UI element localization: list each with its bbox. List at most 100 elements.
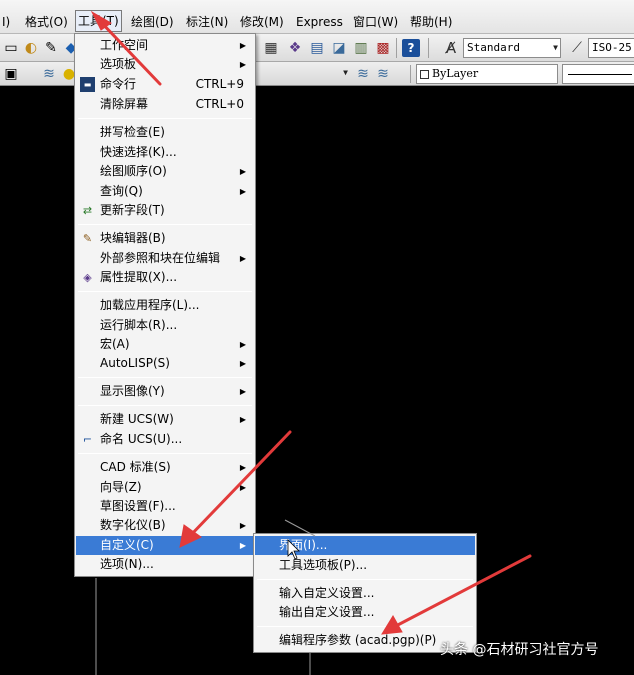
menu-item-block-editor[interactable]: ✎ 块编辑器(B) [76, 229, 254, 248]
menu-separator [78, 453, 252, 454]
menu-item-label: 自定义(C) [100, 538, 154, 552]
design-center-icon[interactable]: ❖ [286, 39, 304, 57]
sheet-set-icon[interactable]: ▥ [352, 39, 370, 57]
menu-item-tool-palettes[interactable]: 工具选项板(P)... [255, 556, 475, 575]
menu-view[interactable]: I) [0, 12, 12, 32]
tools-menu: 工作空间 ▶ 选项板 ▶ ▬ 命令行 CTRL+9 清除屏幕 CTRL+0 拼写检查(E)… [74, 33, 256, 577]
menu-item-cad-standards[interactable]: CAD 标准(S) ▶ [76, 458, 254, 477]
menu-item-macro[interactable]: 宏(A) ▶ [76, 335, 254, 354]
menu-separator [78, 405, 252, 406]
menu-item-quick-select[interactable]: 快速选择(K)... [76, 143, 254, 162]
menu-item-load-application[interactable]: 加载应用程序(L)... [76, 296, 254, 315]
menu-item-palettes[interactable]: 选项板 ▶ [76, 55, 254, 74]
layer-states-icon[interactable]: ≋ [40, 65, 58, 83]
menu-item-shortcut: CTRL+0 [195, 97, 244, 111]
submenu-arrow-icon: ▶ [239, 359, 246, 368]
menu-item-attribute-extract[interactable]: ◈ 属性提取(X)... [76, 268, 254, 287]
menu-item-named-ucs[interactable]: ⌐ 命名 UCS(U)... [76, 430, 254, 449]
linetype-preview [568, 74, 632, 75]
menu-item-update-fields[interactable]: ⇄ 更新字段(T) [76, 201, 254, 220]
menu-item-spelling[interactable]: 拼写检查(E) [76, 123, 254, 142]
menu-item-drafting-settings[interactable]: 草图设置(F)... [76, 497, 254, 516]
menu-window[interactable]: 窗口(W) [351, 12, 400, 32]
menu-format[interactable]: 格式(O) [23, 12, 70, 32]
submenu-arrow-icon: ▶ [239, 340, 246, 349]
menu-item-label: 命名 UCS(U)... [100, 432, 183, 446]
menu-express[interactable]: Express [294, 12, 345, 32]
layer-previous-icon[interactable]: ≋ [374, 65, 392, 83]
calculator-icon[interactable]: ▩ [374, 39, 392, 57]
menu-bar: I) 格式(O) 工具(T) 绘图(D) 标注(N) 修改(M) Express… [0, 0, 634, 34]
color-control-value: ByLayer [432, 67, 479, 80]
menu-item-label: 输入自定义设置... [279, 586, 375, 600]
dim-style-value: ISO-25 [592, 41, 632, 54]
menu-item-tablet[interactable]: 数字化仪(B) ▶ [76, 516, 254, 535]
menu-item-label: 拼写检查(E) [100, 125, 165, 139]
insert-block-icon[interactable]: ▦ [262, 39, 280, 57]
menu-item-command-line[interactable]: ▬ 命令行 CTRL+9 [76, 75, 254, 94]
update-field-icon: ⇄ [82, 204, 93, 217]
menu-item-interface[interactable]: 界面(I)... [255, 536, 475, 555]
linetype-control[interactable] [562, 64, 634, 84]
submenu-arrow-icon: ▶ [239, 41, 246, 50]
chevron-down-icon: ▼ [343, 68, 348, 77]
menu-item-customize[interactable]: 自定义(C) ▶ [76, 536, 254, 555]
menu-item-label: 显示图像(Y) [100, 384, 165, 398]
menu-dimension[interactable]: 标注(N) [184, 12, 230, 32]
menu-item-import-customizations[interactable]: 输入自定义设置... [255, 584, 475, 603]
menu-item-label: 新建 UCS(W) [100, 412, 174, 426]
menu-separator [78, 224, 252, 225]
text-style-combo[interactable]: Standard ▼ [463, 38, 561, 58]
make-current-layer-icon[interactable]: ≋ [354, 65, 372, 83]
toolbar-separator [410, 65, 411, 83]
properties-icon[interactable]: ▤ [308, 39, 326, 57]
menu-item-inquiry[interactable]: 查询(Q) ▶ [76, 182, 254, 201]
menu-help[interactable]: 帮助(H) [408, 12, 454, 32]
menu-item-new-ucs[interactable]: 新建 UCS(W) ▶ [76, 410, 254, 429]
menu-item-label: 界面(I)... [279, 538, 328, 552]
menu-draw[interactable]: 绘图(D) [129, 12, 176, 32]
submenu-arrow-icon: ▶ [239, 521, 246, 530]
open-icon[interactable]: ◐ [22, 39, 40, 57]
menu-item-wizards[interactable]: 向导(Z) ▶ [76, 478, 254, 497]
menu-modify[interactable]: 修改(M) [238, 12, 286, 32]
pencil-icon[interactable]: ✎ [42, 39, 60, 57]
menu-item-label: 查询(Q) [100, 184, 143, 198]
menu-item-label: 草图设置(F)... [100, 499, 176, 513]
named-ucs-icon: ⌐ [82, 433, 93, 446]
layer-dropdown[interactable]: ▼ [258, 64, 350, 84]
menu-item-run-script[interactable]: 运行脚本(R)... [76, 316, 254, 335]
chevron-down-icon: ▼ [553, 43, 558, 52]
menu-item-label: 命令行 [100, 77, 137, 91]
menu-item-label: 运行脚本(R)... [100, 318, 178, 332]
menu-item-label: 向导(Z) [100, 480, 142, 494]
color-control[interactable]: ByLayer [416, 64, 558, 84]
menu-item-options[interactable]: 选项(N)... [76, 555, 254, 574]
color-swatch [420, 69, 429, 79]
menu-item-draw-order[interactable]: 绘图顺序(O) ▶ [76, 162, 254, 181]
menu-separator [78, 377, 252, 378]
menu-item-label: 清除屏幕 [100, 97, 149, 111]
text-style-value: Standard [467, 41, 520, 54]
menu-item-export-customizations[interactable]: 输出自定义设置... [255, 603, 475, 622]
menu-item-label: 选项(N)... [100, 557, 154, 571]
dim-style-icon[interactable]: ⟋ [568, 39, 586, 57]
dim-style-combo[interactable]: ISO-25 [588, 38, 634, 58]
attribute-extract-icon: ◈ [83, 271, 92, 284]
menu-item-clean-screen[interactable]: 清除屏幕 CTRL+0 [76, 95, 254, 114]
menu-item-display-image[interactable]: 显示图像(Y) ▶ [76, 382, 254, 401]
menu-item-label: 绘图顺序(O) [100, 164, 167, 178]
help-icon[interactable]: ? [402, 39, 420, 57]
menu-item-label: 选项板 [100, 57, 137, 71]
menu-item-label: 更新字段(T) [100, 203, 165, 217]
text-style-icon[interactable]: A̸ [442, 39, 460, 57]
tool-palette-icon[interactable]: ◪ [330, 39, 348, 57]
new-icon[interactable]: ▭ [2, 39, 20, 57]
menu-item-xref-inplace-edit[interactable]: 外部参照和块在位编辑 ▶ [76, 249, 254, 268]
menu-item-autolisp[interactable]: AutoLISP(S) ▶ [76, 354, 254, 373]
menu-tools[interactable]: 工具(T) [75, 10, 122, 32]
menu-item-label: 属性提取(X)... [100, 270, 178, 284]
layer-manager-icon[interactable]: ▣ [2, 65, 20, 83]
toolbar-separator [428, 38, 429, 58]
menu-item-workspaces[interactable]: 工作空间 ▶ [76, 36, 254, 55]
